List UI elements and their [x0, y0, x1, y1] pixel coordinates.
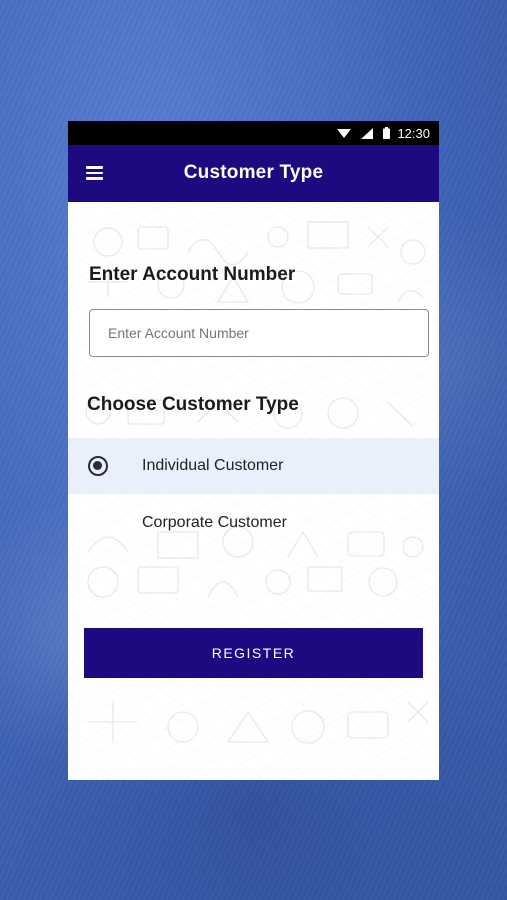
page-title: Customer Type — [183, 162, 324, 183]
option-label: Individual Customer — [142, 457, 284, 474]
account-number-input[interactable] — [89, 309, 429, 357]
account-number-heading: Enter Account Number — [89, 264, 296, 285]
wifi-icon — [337, 128, 352, 139]
option-corporate-customer[interactable]: Corporate Customer — [68, 495, 439, 551]
main-content: Enter Account Number Choose Customer Typ… — [68, 202, 439, 780]
option-individual-customer[interactable]: Individual Customer — [68, 438, 439, 494]
status-time: 12:30 — [397, 125, 430, 141]
signal-icon — [361, 127, 374, 139]
customer-type-heading: Choose Customer Type — [87, 394, 299, 415]
radio-selected-icon[interactable] — [88, 456, 108, 476]
phone-screen: 12:30 Customer Type Enter Account Number… — [68, 121, 439, 780]
status-bar: 12:30 — [68, 121, 439, 145]
option-label: Corporate Customer — [142, 514, 287, 531]
register-button[interactable]: REGISTER — [84, 628, 423, 678]
app-bar: Customer Type — [68, 145, 439, 202]
battery-icon — [383, 127, 391, 139]
